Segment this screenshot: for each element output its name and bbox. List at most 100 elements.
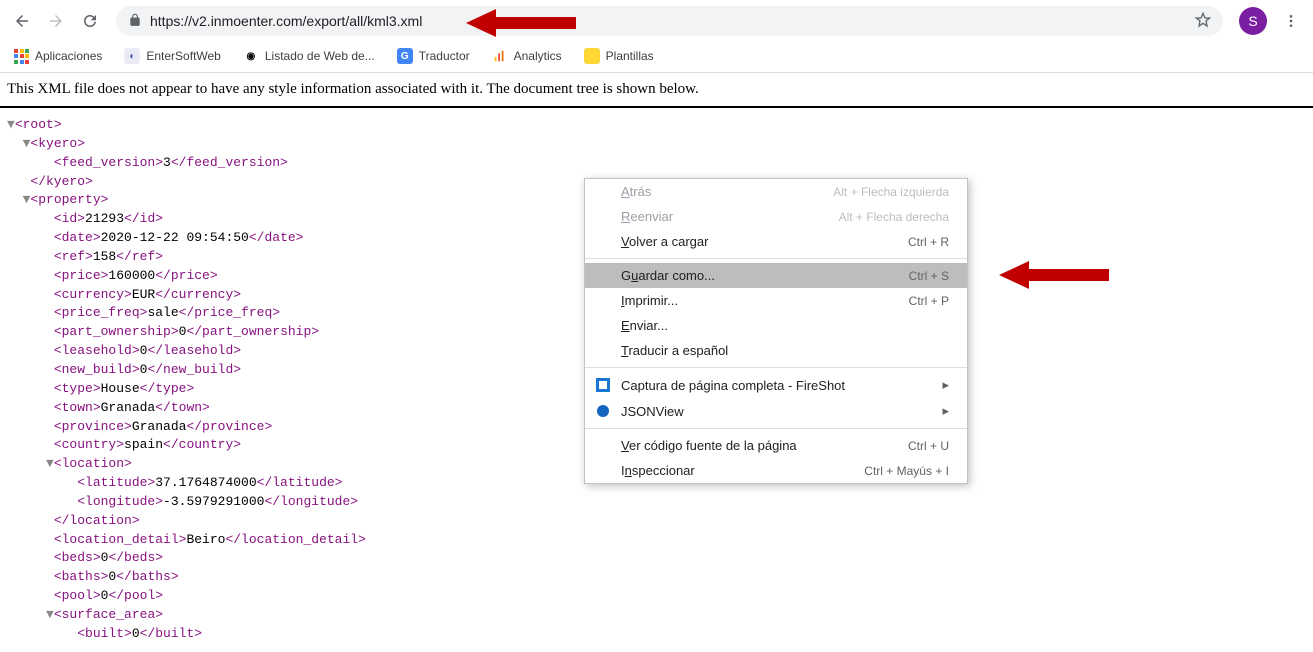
favicon: [492, 48, 508, 64]
ctx-shortcut: Ctrl + U: [908, 439, 949, 453]
ctx-label-u: I: [621, 293, 625, 308]
ctx-label-u: n: [625, 463, 632, 478]
bookmark-item[interactable]: ◐EnterSoftWeb: [124, 48, 220, 64]
apps-icon: [14, 49, 29, 64]
xml-tag: <pool>: [54, 588, 101, 603]
xml-tag: <province>: [54, 419, 132, 434]
xml-value: EUR: [132, 287, 155, 302]
ctx-print[interactable]: Imprimir...Ctrl + P: [585, 288, 967, 313]
xml-value: 158: [93, 249, 116, 264]
ctx-view-source[interactable]: Ver código fuente de la páginaCtrl + U: [585, 433, 967, 458]
xml-tag: <built>: [77, 626, 132, 641]
xml-tag: </province>: [186, 419, 272, 434]
ctx-separator: [585, 367, 967, 368]
ctx-send[interactable]: Enviar...: [585, 313, 967, 338]
ctx-fireshot[interactable]: Captura de página completa - FireShot▸: [585, 372, 967, 398]
bookmark-label: EnterSoftWeb: [146, 49, 220, 63]
xml-tag: </type>: [140, 381, 195, 396]
forward-button[interactable]: [42, 7, 70, 35]
xml-value: -3.5979291000: [163, 494, 264, 509]
xml-tag: </date>: [249, 230, 304, 245]
xml-tag: <root>: [15, 117, 62, 132]
submenu-arrow-icon: ▸: [942, 403, 949, 419]
ctx-label-u: A: [621, 184, 630, 199]
xml-tag: </feed_version>: [171, 155, 288, 170]
ctx-reload[interactable]: Volver a cargarCtrl + R: [585, 229, 967, 254]
browser-toolbar: https://v2.inmoenter.com/export/all/kml3…: [0, 0, 1313, 42]
fireshot-icon: [595, 377, 611, 393]
xml-tag: <location>: [54, 456, 132, 471]
star-icon[interactable]: [1195, 12, 1211, 31]
xml-tag: </town>: [155, 400, 210, 415]
bookmark-item[interactable]: ◉Listado de Web de...: [243, 48, 375, 64]
ctx-label-post: ardar como...: [638, 268, 715, 283]
lock-icon: [128, 13, 142, 30]
xml-tag: <price>: [54, 268, 109, 283]
xml-value: 0: [101, 550, 109, 565]
ctx-forward[interactable]: ReenviarAlt + Flecha derecha: [585, 204, 967, 229]
bookmark-item[interactable]: Plantillas: [584, 48, 654, 64]
back-button[interactable]: [8, 7, 36, 35]
xml-value: House: [101, 381, 140, 396]
xml-tag: </price_freq>: [179, 305, 280, 320]
xml-tag: </longitude>: [264, 494, 358, 509]
xml-info-message: This XML file does not appear to have an…: [0, 73, 1313, 108]
xml-tag: <beds>: [54, 550, 101, 565]
xml-tag: <baths>: [54, 569, 109, 584]
xml-tag: <property>: [30, 192, 108, 207]
xml-value: 0: [132, 626, 140, 641]
ctx-shortcut: Ctrl + S: [909, 269, 949, 283]
reload-button[interactable]: [76, 7, 104, 35]
xml-tag: <part_ownership>: [54, 324, 179, 339]
ctx-shortcut: Alt + Flecha izquierda: [833, 185, 949, 199]
collapse-toggle[interactable]: ▼: [7, 117, 15, 132]
xml-value: 21293: [85, 211, 124, 226]
xml-tag: <type>: [54, 381, 101, 396]
address-bar[interactable]: https://v2.inmoenter.com/export/all/kml3…: [116, 6, 1223, 36]
xml-value: 37.1764874000: [155, 475, 256, 490]
xml-tag: </kyero>: [30, 174, 92, 189]
xml-tag: <date>: [54, 230, 101, 245]
ctx-label-u: E: [621, 318, 630, 333]
xml-tag: <latitude>: [77, 475, 155, 490]
bookmark-item[interactable]: GTraductor: [397, 48, 470, 64]
ctx-translate[interactable]: Traducir a español: [585, 338, 967, 363]
ctx-label: JSONView: [621, 404, 684, 419]
xml-tag: <new_build>: [54, 362, 140, 377]
profile-avatar[interactable]: S: [1239, 7, 1267, 35]
collapse-toggle[interactable]: ▼: [46, 456, 54, 471]
bookmark-label: Analytics: [514, 49, 562, 63]
ctx-save-as[interactable]: Guardar como...Ctrl + S: [585, 263, 967, 288]
context-menu: AtrásAlt + Flecha izquierda ReenviarAlt …: [584, 178, 968, 484]
ctx-inspect[interactable]: InspeccionarCtrl + Mayús + I: [585, 458, 967, 483]
xml-value: sale: [147, 305, 178, 320]
ctx-shortcut: Ctrl + Mayús + I: [864, 464, 949, 478]
menu-button[interactable]: [1277, 7, 1305, 35]
xml-tag: <id>: [54, 211, 85, 226]
xml-tag: </beds>: [108, 550, 163, 565]
xml-value: 0: [101, 588, 109, 603]
collapse-toggle[interactable]: ▼: [46, 607, 54, 622]
xml-value: 3: [163, 155, 171, 170]
xml-value: Beiro: [186, 532, 225, 547]
xml-value: 2020-12-22 09:54:50: [101, 230, 249, 245]
xml-tag: </part_ownership>: [186, 324, 319, 339]
bookmark-label: Traductor: [419, 49, 470, 63]
ctx-label-post: speccionar: [632, 463, 695, 478]
bookmark-label: Listado de Web de...: [265, 49, 375, 63]
bookmarks-bar: Aplicaciones ◐EnterSoftWeb ◉Listado de W…: [0, 42, 1313, 70]
xml-tag: <kyero>: [30, 136, 85, 151]
submenu-arrow-icon: ▸: [942, 377, 949, 393]
bookmark-item[interactable]: Analytics: [492, 48, 562, 64]
ctx-back[interactable]: AtrásAlt + Flecha izquierda: [585, 179, 967, 204]
xml-tag: </leasehold>: [147, 343, 241, 358]
xml-tag: </baths>: [116, 569, 178, 584]
xml-tag: </ref>: [116, 249, 163, 264]
ctx-label-u: V: [621, 234, 629, 249]
xml-tag: </latitude>: [257, 475, 343, 490]
url-text: https://v2.inmoenter.com/export/all/kml3…: [150, 13, 1187, 29]
ctx-jsonview[interactable]: JSONView ▸: [585, 398, 967, 424]
apps-button[interactable]: Aplicaciones: [14, 49, 102, 64]
ctx-label-u: T: [621, 343, 628, 358]
xml-tag: <location_detail>: [54, 532, 187, 547]
